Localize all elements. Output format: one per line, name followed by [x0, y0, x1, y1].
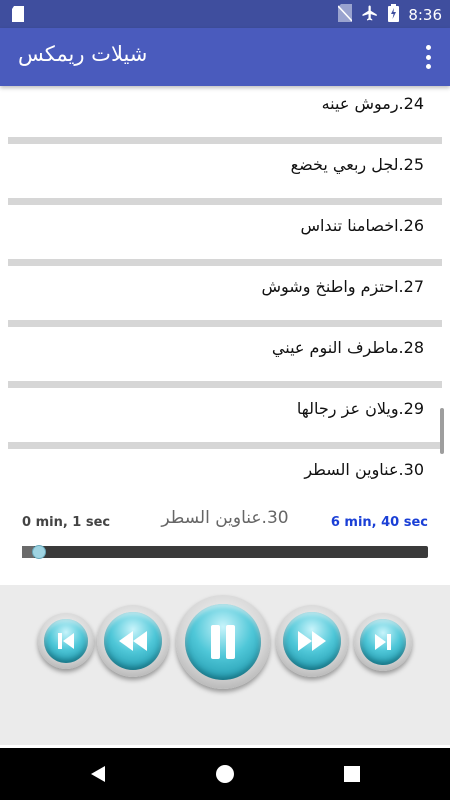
- total-duration: 6 min, 40 sec: [330, 515, 428, 530]
- skip-next-button[interactable]: [354, 613, 412, 671]
- track-title: 29.ويلان عز رجالها: [296, 399, 424, 418]
- pause-icon: [185, 604, 261, 680]
- skip-previous-button[interactable]: [38, 613, 94, 669]
- track-list-item[interactable]: 27.احتزم واطنخ وشوش: [8, 265, 442, 327]
- track-list-item[interactable]: 24.رموش عينه: [8, 86, 442, 144]
- app-title: شيلات ريمكس: [18, 42, 148, 66]
- skip-previous-icon: [44, 619, 88, 663]
- track-title: 30.عناوين السطر: [304, 460, 424, 479]
- track-title: 28.ماطرف النوم عيني: [271, 338, 424, 357]
- track-list-item[interactable]: 29.ويلان عز رجالها: [8, 387, 442, 449]
- rewind-icon: [104, 612, 162, 670]
- airplane-icon: [361, 4, 379, 26]
- scrollbar[interactable]: [440, 408, 444, 454]
- track-title: 25.لجل ربعي يخضع: [290, 155, 424, 174]
- track-title: 26.اخصامنا تنداس: [300, 216, 424, 235]
- recents-icon[interactable]: [343, 765, 361, 783]
- track-list-item[interactable]: 30.عناوين السطر: [8, 448, 442, 506]
- track-list-item[interactable]: 25.لجل ربعي يخضع: [8, 143, 442, 205]
- battery-charging-icon: [388, 4, 400, 26]
- home-icon[interactable]: [215, 764, 235, 784]
- track-list[interactable]: 24.رموش عينه 25.لجل ربعي يخضع 26.اخصامنا ت…: [0, 86, 450, 506]
- status-bar: 8:36: [0, 0, 450, 28]
- skip-next-icon: [360, 619, 406, 665]
- navigation-bar: [0, 748, 450, 800]
- back-icon[interactable]: [88, 764, 108, 784]
- playback-controls: [0, 585, 450, 745]
- seek-thumb[interactable]: [32, 545, 46, 559]
- track-title: 24.رموش عينه: [321, 94, 424, 113]
- status-time: 8:36: [408, 6, 442, 24]
- track-title: 27.احتزم واطنخ وشوش: [261, 277, 424, 296]
- rewind-button[interactable]: [97, 605, 169, 677]
- fast-forward-icon: [283, 612, 341, 670]
- sd-card-icon: [12, 6, 24, 26]
- app-bar: شيلات ريمكس: [0, 28, 450, 86]
- overflow-menu-icon[interactable]: [422, 45, 434, 69]
- pause-button[interactable]: [176, 595, 270, 689]
- fast-forward-button[interactable]: [276, 605, 348, 677]
- no-sim-icon: [337, 4, 353, 26]
- seek-bar[interactable]: [22, 545, 428, 559]
- track-list-item[interactable]: 26.اخصامنا تنداس: [8, 204, 442, 266]
- track-list-item[interactable]: 28.ماطرف النوم عيني: [8, 326, 442, 388]
